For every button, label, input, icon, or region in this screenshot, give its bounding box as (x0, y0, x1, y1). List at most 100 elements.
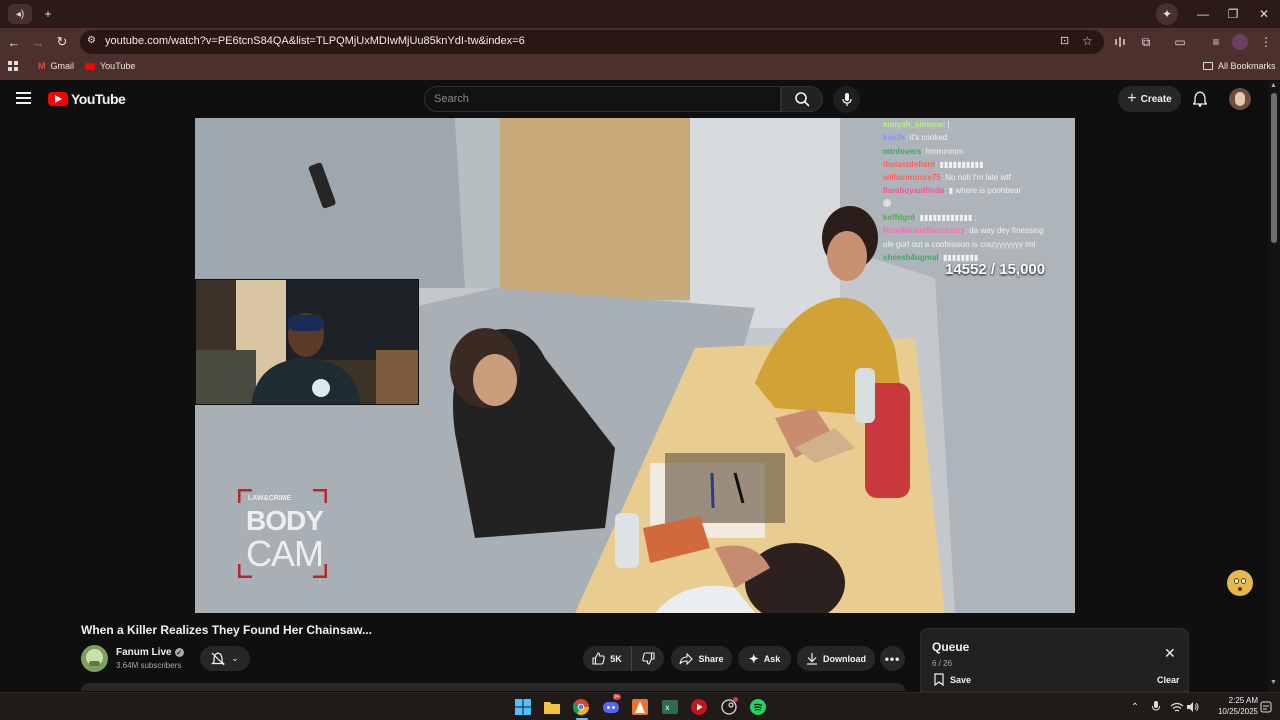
page-scrollbar[interactable]: ▲ ▼ (1268, 81, 1280, 692)
like-button[interactable]: 5K (583, 646, 631, 671)
video-title: When a Killer Realizes They Found Her Ch… (81, 623, 372, 637)
share-arrow-icon (679, 652, 694, 665)
video-player[interactable]: amiyah_simone: | kay2k: it's cooked mtnl… (195, 118, 1075, 613)
steam-icon[interactable] (719, 697, 739, 717)
new-tab-button[interactable]: + (37, 4, 59, 24)
scroll-down-icon[interactable]: ▼ (1270, 679, 1277, 686)
channel-avatar[interactable] (81, 645, 108, 672)
youtube-app-icon[interactable] (689, 697, 709, 717)
address-bar[interactable]: ⚙ youtube.com/watch?v=PE6tcnS84QA&list=T… (80, 30, 1104, 54)
webcam-scene (196, 280, 418, 404)
forward-icon[interactable]: → (28, 32, 48, 52)
discord-icon[interactable]: 9+ (601, 694, 621, 717)
bookmarks-bar: M Gmail YouTube All Bookmarks (0, 56, 1280, 80)
chat-message: flamboyantlinda: ▮ where is poohbear (883, 186, 1022, 196)
notification-center-icon[interactable] (1256, 697, 1276, 717)
spotify-icon[interactable] (748, 697, 768, 717)
bookmark-gmail[interactable]: M Gmail (38, 61, 74, 71)
microphone-tray-icon[interactable] (1146, 697, 1166, 717)
queue-panel: Queue 6 / 26 ✕ Save Clear (920, 628, 1189, 692)
bell-off-icon (211, 651, 226, 665)
browser-tab-strip: ◂) + ✦ — ❐ ✕ (0, 0, 1280, 28)
browser-menu-icon[interactable]: ⋮ (1258, 34, 1274, 50)
account-avatar[interactable] (1229, 88, 1251, 110)
more-actions-button[interactable]: ••• (880, 646, 905, 671)
svg-text:x: x (665, 703, 670, 712)
microphone-icon (841, 92, 852, 106)
youtube-logo[interactable]: YouTube (48, 91, 126, 107)
minimize-icon[interactable]: — (1192, 4, 1214, 24)
scroll-up-icon[interactable]: ▲ (1270, 82, 1277, 89)
chat-message: RealAlexusSanctuary: da way dey finessin… (883, 226, 1044, 236)
extensions-icon[interactable]: ⧉ (1138, 34, 1154, 50)
apps-grid-icon[interactable] (8, 61, 18, 71)
chat-message: amiyah_simone: | (883, 120, 950, 129)
search-placeholder: Search (434, 93, 469, 105)
channel-name[interactable]: Fanum Live ✓ (116, 647, 184, 658)
search-button[interactable] (781, 86, 823, 112)
share-button[interactable]: Share (671, 646, 732, 671)
volume-icon[interactable] (1183, 697, 1203, 717)
download-icon (807, 653, 817, 665)
site-info-icon[interactable]: ⚙ (87, 35, 96, 46)
subscription-notifications-button[interactable]: ⌄ (200, 646, 250, 671)
youtube-play-icon (48, 92, 68, 106)
chat-badge-icon (883, 198, 891, 207)
plus-icon: + (1127, 90, 1137, 107)
browser-toolbar: ← → ↻ ⚙ youtube.com/watch?v=PE6tcnS84QA&… (0, 28, 1280, 56)
chat-message: willianmoore75: No noti I'm late wtf (883, 173, 1011, 183)
url-text[interactable]: youtube.com/watch?v=PE6tcnS84QA&list=TLP… (105, 35, 525, 47)
scrollbar-thumb[interactable] (1271, 93, 1277, 243)
discord-badge: 9+ (613, 694, 621, 700)
folder-icon (1203, 62, 1213, 70)
dislike-button[interactable] (631, 646, 664, 671)
install-app-icon[interactable]: ⊡ (1060, 34, 1069, 47)
create-button[interactable]: + Create (1118, 86, 1181, 112)
system-clock[interactable]: 2:25 AM 10/25/2025 (1204, 695, 1258, 717)
active-tab[interactable]: ◂) (8, 4, 32, 24)
side-panel-icon[interactable]: ▭ (1172, 34, 1188, 50)
back-icon[interactable]: ← (4, 32, 24, 52)
terminal-icon[interactable]: x (660, 697, 680, 717)
subscriber-count: 3.64M subscribers (116, 661, 182, 670)
show-hidden-icons[interactable]: ⌃ (1125, 697, 1145, 717)
chat-message: keffdgrd: ▮▮▮▮▮▮▮▮▮▮▮▮ ; (883, 213, 977, 223)
voice-search-button[interactable] (833, 86, 860, 113)
gemini-icon[interactable]: ✦ (1156, 3, 1178, 25)
close-queue-icon[interactable]: ✕ (1164, 645, 1176, 662)
restore-icon[interactable]: ❐ (1222, 4, 1244, 24)
more-horizontal-icon: ••• (884, 651, 901, 666)
audio-wave-icon[interactable] (1113, 34, 1129, 50)
youtube-header: YouTube Search + Create (0, 81, 1268, 118)
file-explorer-icon[interactable] (542, 697, 562, 717)
close-window-icon[interactable]: ✕ (1253, 4, 1275, 24)
notification-dot (733, 697, 738, 702)
thumbs-down-icon (641, 652, 655, 665)
ask-button[interactable]: ✦ Ask (738, 646, 791, 671)
chat-message: mtnlovers: hmmmmm (883, 146, 964, 156)
bookmark-star-icon[interactable]: ☆ (1082, 34, 1093, 48)
streamer-webcam (195, 279, 419, 405)
clear-queue-button[interactable]: Clear (1157, 675, 1180, 685)
reaction-emoji-icon[interactable] (1227, 570, 1253, 596)
profile-avatar[interactable] (1232, 34, 1248, 50)
save-queue-button[interactable]: Save (934, 673, 971, 686)
gmail-icon: M (38, 61, 46, 71)
app-orange-icon[interactable] (630, 697, 650, 717)
description-box[interactable] (81, 683, 905, 691)
search-input[interactable]: Search (424, 86, 781, 112)
hamburger-menu-icon[interactable] (16, 91, 31, 110)
download-button[interactable]: Download (797, 646, 875, 671)
chrome-icon[interactable] (571, 697, 591, 717)
reload-icon[interactable]: ↻ (52, 32, 72, 52)
reading-list-icon[interactable]: ≡ (1208, 34, 1224, 50)
queue-count: 6 / 26 (932, 659, 953, 668)
notifications-bell-icon[interactable] (1192, 91, 1208, 112)
all-bookmarks[interactable]: All Bookmarks (1203, 61, 1276, 71)
goal-counter: 14552 / 15,000 (945, 261, 1046, 278)
sparkle-icon: ✦ (748, 651, 759, 666)
youtube-icon (85, 62, 95, 70)
windows-start-icon[interactable] (513, 697, 533, 717)
windows-taskbar: 9+ x ⌃ 2:25 AM 10/25/2025 (0, 692, 1280, 720)
bookmark-youtube[interactable]: YouTube (85, 61, 135, 71)
